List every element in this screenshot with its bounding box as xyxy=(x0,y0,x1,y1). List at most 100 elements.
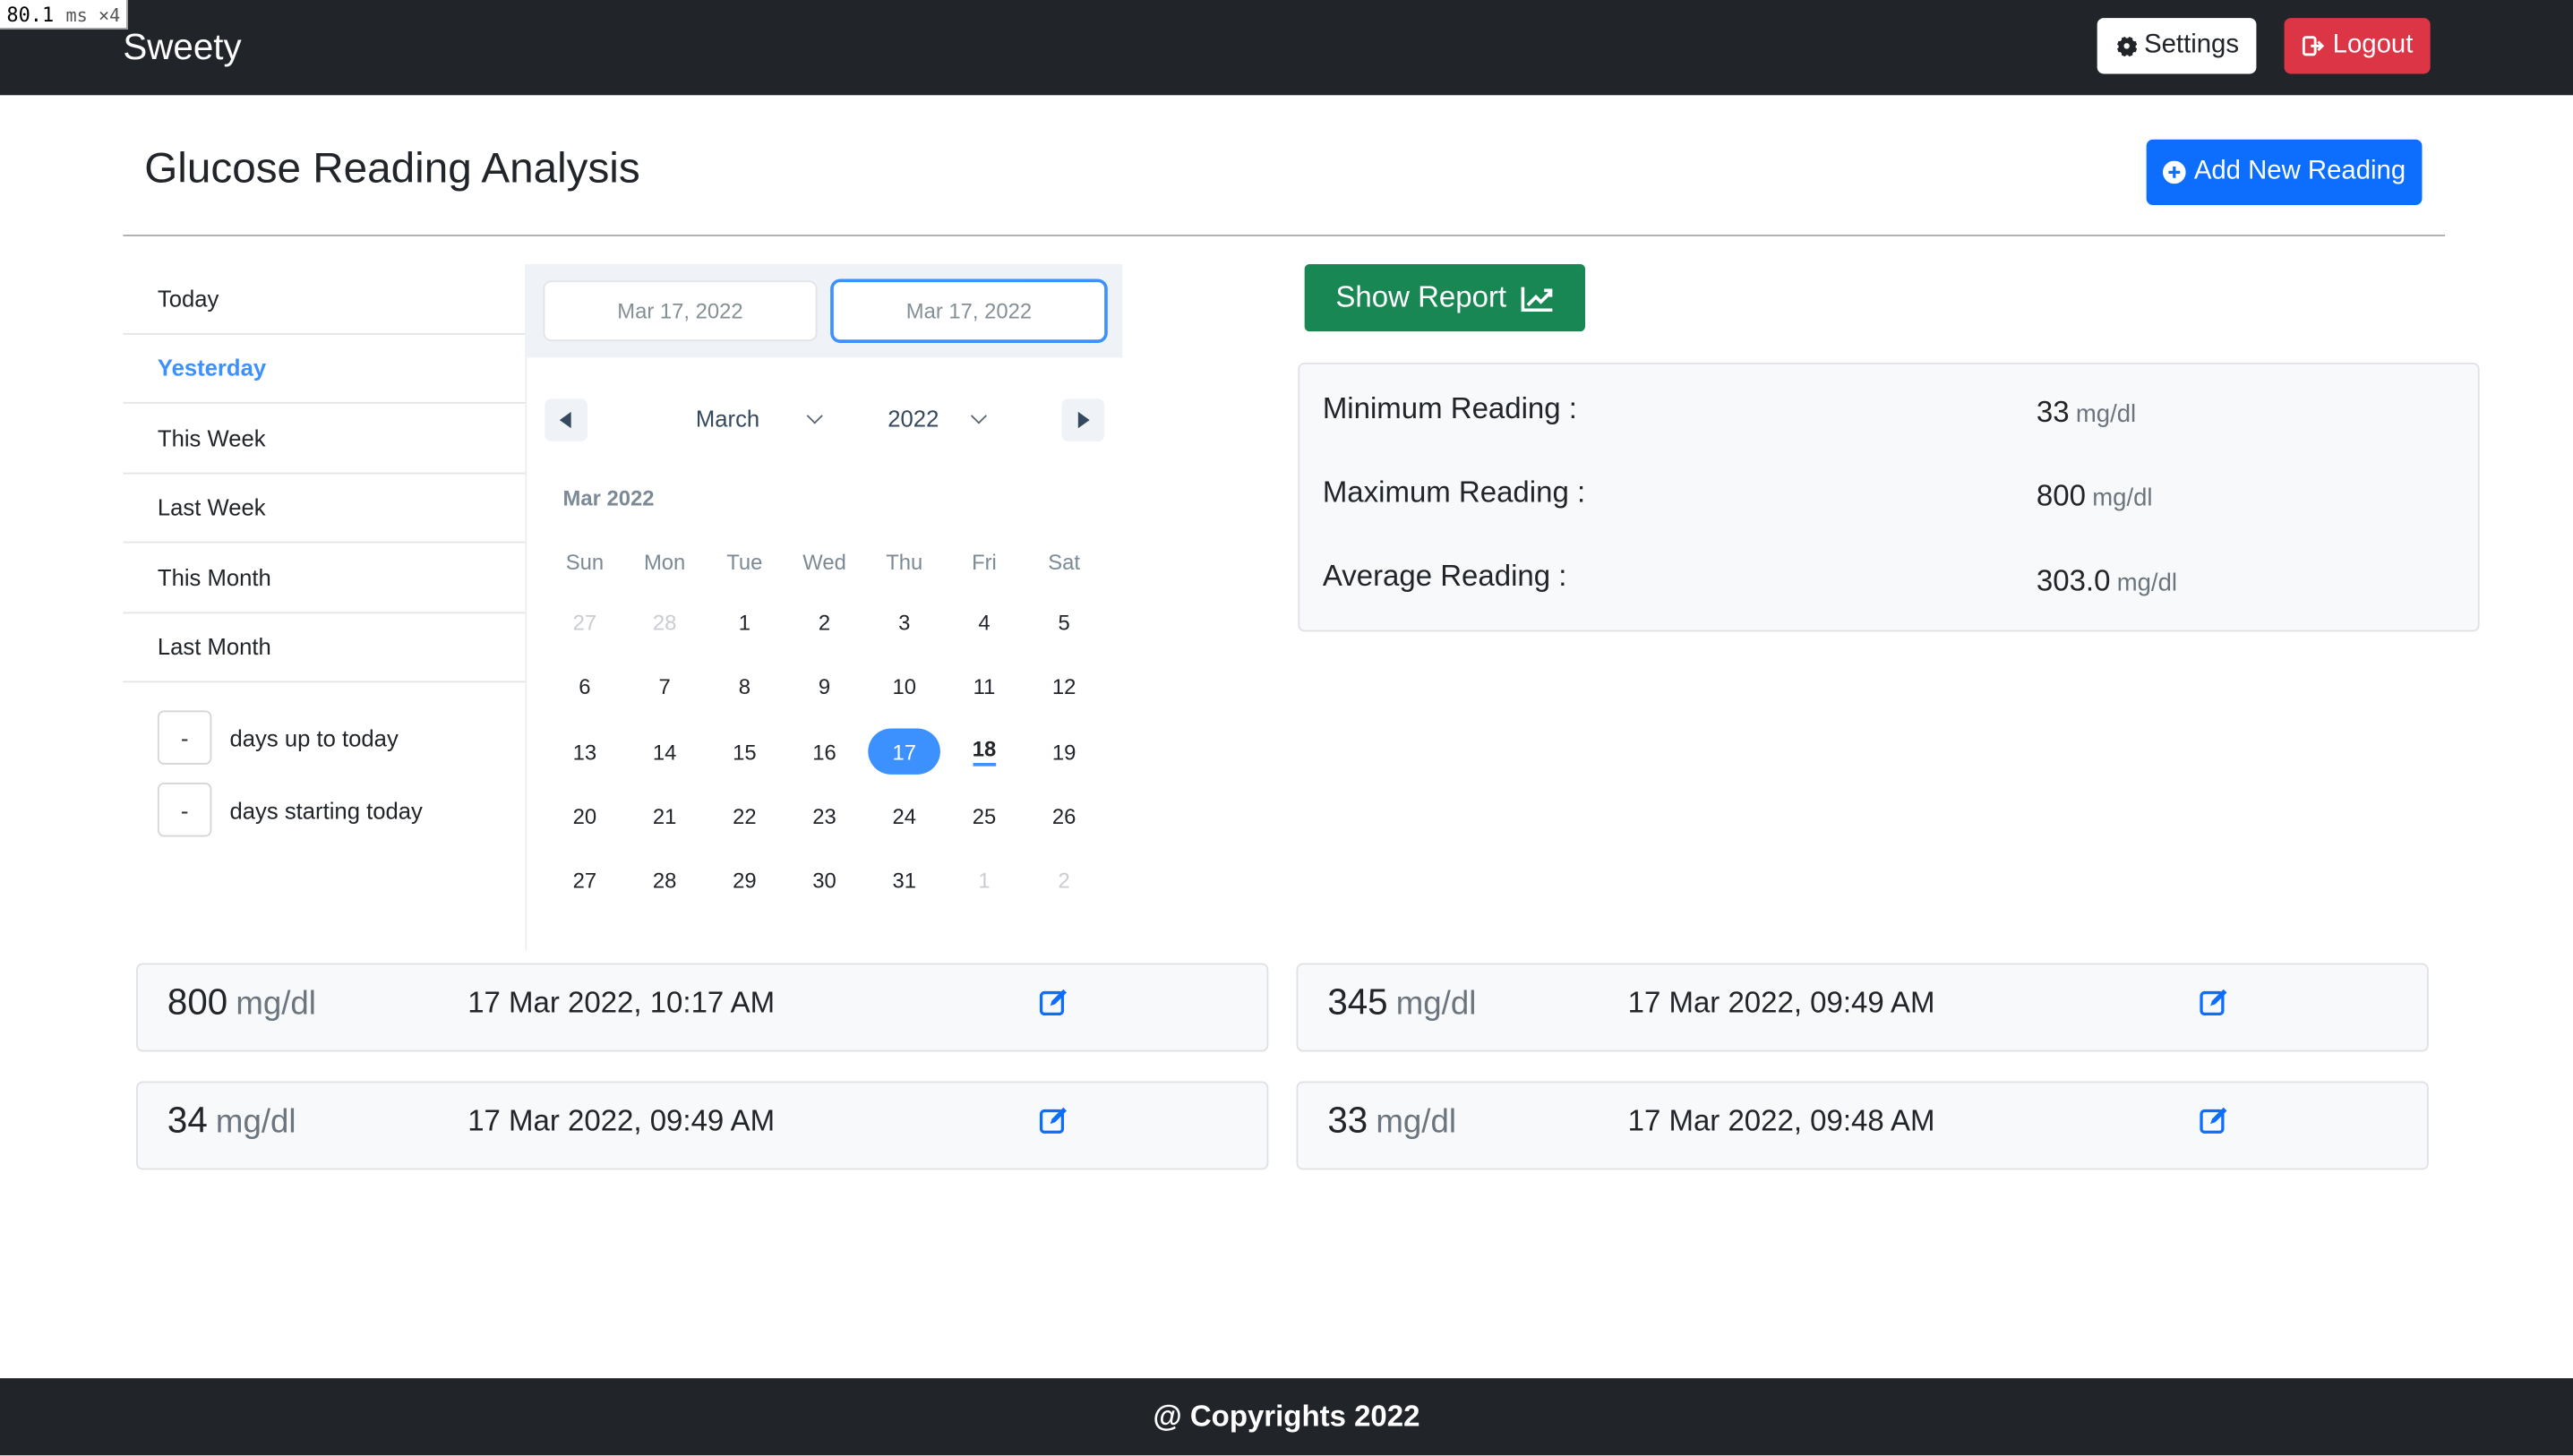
calendar-day[interactable]: 2 xyxy=(785,591,864,655)
range-this-month[interactable]: This Month xyxy=(123,543,527,613)
prev-month-button[interactable] xyxy=(545,398,588,441)
edit-icon[interactable] xyxy=(1039,1106,1068,1135)
range-this-week[interactable]: This Week xyxy=(123,404,527,474)
page-title: Glucose Reading Analysis xyxy=(144,142,640,193)
calendar-day[interactable]: 6 xyxy=(545,655,624,720)
days-up-to-today-label: days up to today xyxy=(229,724,399,751)
calendar-day[interactable]: 20 xyxy=(545,784,624,849)
range-today[interactable]: Today xyxy=(123,264,527,334)
reading-card: 800 mg/dl 17 Mar 2022, 10:17 AM xyxy=(136,963,1269,1052)
min-reading-unit: mg/dl xyxy=(2075,400,2137,429)
calendar-day[interactable]: 23 xyxy=(785,784,864,849)
calendar-day[interactable]: 14 xyxy=(625,720,705,784)
calendar-day-number: 17 xyxy=(868,728,941,775)
calendar-day[interactable]: 25 xyxy=(944,784,1024,849)
calendar-day-number: 31 xyxy=(892,868,917,894)
reading-number: 33 xyxy=(1327,1099,1368,1141)
calendar-day[interactable]: 26 xyxy=(1025,784,1104,849)
avg-reading-value: 303.0 mg/dl xyxy=(2037,564,2177,598)
edit-icon[interactable] xyxy=(2199,1106,2228,1135)
calendar-day-number: 24 xyxy=(892,803,917,829)
calendar-day-number: 5 xyxy=(1058,610,1070,636)
calendar-day[interactable]: 15 xyxy=(705,720,785,784)
calendar-day[interactable]: 24 xyxy=(864,784,944,849)
calendar-day[interactable]: 19 xyxy=(1025,720,1104,784)
calendar-day[interactable]: 13 xyxy=(545,720,624,784)
calendar-day[interactable]: 1 xyxy=(944,849,1024,913)
logout-button[interactable]: Logout xyxy=(2284,18,2431,74)
calendar-day[interactable]: 12 xyxy=(1025,655,1104,720)
calendar-day-number: 7 xyxy=(658,674,671,700)
calendar-day[interactable]: 29 xyxy=(705,849,785,913)
next-month-button[interactable] xyxy=(1061,398,1105,441)
max-reading-unit: mg/dl xyxy=(2092,484,2153,512)
edit-icon[interactable] xyxy=(1039,988,1068,1017)
reading-time: 17 Mar 2022, 10:17 AM xyxy=(467,986,776,1019)
brand-logo[interactable]: Sweety xyxy=(123,24,241,70)
days-starting-today-input[interactable]: - xyxy=(157,783,212,837)
calendar-day[interactable]: 27 xyxy=(545,849,624,913)
line-chart-icon xyxy=(1521,286,1553,312)
calendar-day[interactable]: 5 xyxy=(1025,591,1104,655)
range-list: Today Yesterday This Week Last Week This Mon… xyxy=(123,264,527,683)
reading-stats-panel: Minimum Reading : 33 mg/dl Maximum Readin… xyxy=(1298,362,2480,632)
calendar-day[interactable]: 3 xyxy=(864,591,944,655)
calendar-day[interactable]: 7 xyxy=(625,655,705,720)
add-reading-button[interactable]: Add New Reading xyxy=(2146,139,2423,206)
calendar-day[interactable]: 4 xyxy=(944,591,1024,655)
calendar-day-number: 4 xyxy=(978,610,991,636)
end-date-input[interactable]: Mar 17, 2022 xyxy=(833,282,1105,340)
show-report-button[interactable]: Show Report xyxy=(1304,264,1586,332)
chevron-down-icon xyxy=(971,407,988,424)
calendar-day[interactable]: 8 xyxy=(705,655,785,720)
year-select[interactable]: 2022 xyxy=(888,405,988,432)
reading-value: 800 mg/dl xyxy=(167,981,316,1024)
calendar-day[interactable]: 11 xyxy=(944,655,1024,720)
weekday-header: Sun Mon Tue Wed Thu Fri Sat xyxy=(545,550,1104,574)
month-select-value: March xyxy=(695,405,760,432)
avg-reading-number: 303.0 xyxy=(2036,564,2111,597)
calendar-day[interactable]: 10 xyxy=(864,655,944,720)
calendar-day-number: 9 xyxy=(818,674,831,700)
calendar-day[interactable]: 2 xyxy=(1025,849,1104,913)
calendar-day[interactable]: 21 xyxy=(625,784,705,849)
calendar-day[interactable]: 1 xyxy=(705,591,785,655)
calendar-days-grid: 27 28 1 2 3 4 5 6 7 8 9 10 11 12 13 14 15 16 17 18 19 20 21 22 2… xyxy=(545,591,1104,913)
start-date-input[interactable]: Mar 17, 2022 xyxy=(545,282,816,340)
range-yesterday[interactable]: Yesterday xyxy=(123,334,527,404)
perf-overlay: 80.1 ms ×4 xyxy=(0,0,129,30)
calendar-day-today[interactable]: 18 xyxy=(944,720,1024,784)
calendar-day-number: 23 xyxy=(812,803,836,829)
calendar-day-number: 20 xyxy=(572,803,597,829)
reading-time: 17 Mar 2022, 09:49 AM xyxy=(467,1104,776,1137)
calendar-day[interactable]: 28 xyxy=(625,591,705,655)
calendar-day[interactable]: 31 xyxy=(864,849,944,913)
settings-button[interactable]: Settings xyxy=(2097,18,2257,74)
reading-time: 17 Mar 2022, 09:49 AM xyxy=(1627,986,1935,1019)
month-select[interactable]: March xyxy=(695,405,823,432)
weekday-label: Sat xyxy=(1048,549,1081,575)
min-reading-value: 33 mg/dl xyxy=(2037,396,2136,430)
calendar-day[interactable]: 27 xyxy=(545,591,624,655)
calendar-day-selected[interactable]: 17 xyxy=(864,720,944,784)
edit-icon[interactable] xyxy=(2199,988,2228,1017)
avg-reading-label: Average Reading : xyxy=(1322,559,1567,593)
weekday-label: Thu xyxy=(886,549,923,575)
days-up-to-today-input[interactable]: - xyxy=(157,710,212,765)
plus-circle-icon xyxy=(2163,160,2186,184)
calendar-day[interactable]: 22 xyxy=(705,784,785,849)
calendar-day[interactable]: 9 xyxy=(785,655,864,720)
app-root: Sweety Settings Logout 80.1 ms ×4 Glucos… xyxy=(0,0,2573,1456)
calendar-day[interactable]: 30 xyxy=(785,849,864,913)
reading-value: 34 mg/dl xyxy=(167,1100,296,1143)
weekday-label: Sun xyxy=(565,549,605,575)
calendar-day[interactable]: 28 xyxy=(625,849,705,913)
range-last-month[interactable]: Last Month xyxy=(123,612,527,683)
year-select-value: 2022 xyxy=(888,405,939,432)
calendar-day-number: 15 xyxy=(733,739,757,765)
range-last-week[interactable]: Last Week xyxy=(123,474,527,544)
calendar-day[interactable]: 16 xyxy=(785,720,864,784)
reading-time: 17 Mar 2022, 09:48 AM xyxy=(1627,1104,1935,1137)
reading-card: 34 mg/dl 17 Mar 2022, 09:49 AM xyxy=(136,1081,1269,1170)
calendar-day-number: 21 xyxy=(652,803,677,829)
